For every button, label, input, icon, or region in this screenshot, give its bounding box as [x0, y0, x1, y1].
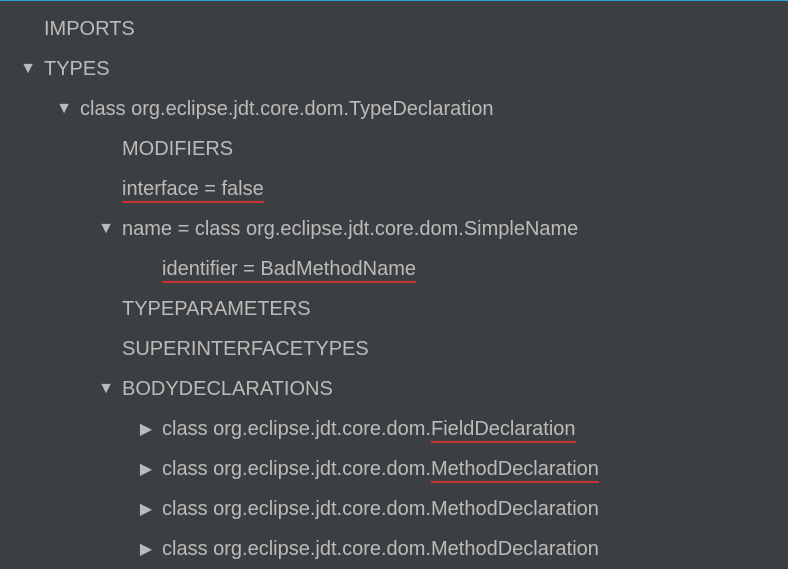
- tree-node-methoddeclaration-2[interactable]: ▶ class org.eclipse.jdt.core.dom.MethodD…: [0, 489, 788, 529]
- highlight-underline: [122, 201, 264, 203]
- chevron-down-icon[interactable]: ▼: [96, 380, 116, 398]
- chevron-right-icon[interactable]: ▶: [136, 419, 156, 439]
- suffix-methoddeclaration: MethodDeclaration: [431, 458, 599, 481]
- label-methoddeclaration: class org.eclipse.jdt.core.dom.MethodDec…: [162, 458, 599, 481]
- tree-node-methoddeclaration-3[interactable]: ▶ class org.eclipse.jdt.core.dom.MethodD…: [0, 529, 788, 569]
- tree-node-imports[interactable]: IMPORTS: [0, 9, 788, 49]
- tree-node-typeparameters[interactable]: TYPEPARAMETERS: [0, 289, 788, 329]
- tree-node-interface[interactable]: interface = false: [0, 169, 788, 209]
- chevron-down-icon[interactable]: ▼: [96, 220, 116, 238]
- label-bodydeclarations: BODYDECLARATIONS: [122, 378, 333, 401]
- label-identifier: identifier = BadMethodName: [162, 258, 416, 281]
- chevron-right-icon[interactable]: ▶: [136, 499, 156, 519]
- highlight-underline: [431, 441, 576, 443]
- tree-node-name[interactable]: ▼ name = class org.eclipse.jdt.core.dom.…: [0, 209, 788, 249]
- prefix: class org.eclipse.jdt.core.dom.: [162, 458, 431, 480]
- label-typedeclaration: class org.eclipse.jdt.core.dom.TypeDecla…: [80, 98, 494, 121]
- highlight-underline: [162, 281, 416, 283]
- label-methoddeclaration: class org.eclipse.jdt.core.dom.MethodDec…: [162, 498, 599, 521]
- text-fielddecl: FieldDeclaration: [431, 418, 576, 440]
- prefix: class org.eclipse.jdt.core.dom.: [162, 418, 431, 440]
- text-identifier: identifier = BadMethodName: [162, 258, 416, 280]
- highlight-underline: [431, 481, 599, 483]
- text-methoddecl: MethodDeclaration: [431, 538, 599, 560]
- label-interface-false: interface = false: [122, 178, 264, 201]
- label-superinterfacetypes: SUPERINTERFACETYPES: [122, 338, 369, 361]
- tree-node-identifier[interactable]: identifier = BadMethodName: [0, 249, 788, 289]
- chevron-right-icon[interactable]: ▶: [136, 539, 156, 559]
- chevron-right-icon[interactable]: ▶: [136, 459, 156, 479]
- label-typeparameters: TYPEPARAMETERS: [122, 298, 311, 321]
- label-methoddeclaration: class org.eclipse.jdt.core.dom.MethodDec…: [162, 538, 599, 561]
- tree-node-modifiers[interactable]: MODIFIERS: [0, 129, 788, 169]
- tree-node-superinterfacetypes[interactable]: SUPERINTERFACETYPES: [0, 329, 788, 369]
- label-modifiers: MODIFIERS: [122, 138, 233, 161]
- label-fielddeclaration: class org.eclipse.jdt.core.dom.FieldDecl…: [162, 418, 576, 441]
- chevron-down-icon[interactable]: ▼: [18, 60, 38, 78]
- tree-node-typedeclaration[interactable]: ▼ class org.eclipse.jdt.core.dom.TypeDec…: [0, 89, 788, 129]
- text-methoddecl: MethodDeclaration: [431, 458, 599, 480]
- text-interface-false: interface = false: [122, 178, 264, 200]
- tree-node-types[interactable]: ▼ TYPES: [0, 49, 788, 89]
- label-name: name = class org.eclipse.jdt.core.dom.Si…: [122, 218, 578, 241]
- label-imports: IMPORTS: [44, 18, 135, 41]
- prefix: class org.eclipse.jdt.core.dom.: [162, 538, 431, 560]
- suffix-fielddeclaration: FieldDeclaration: [431, 418, 576, 441]
- label-types: TYPES: [44, 58, 110, 81]
- prefix: class org.eclipse.jdt.core.dom.: [162, 498, 431, 520]
- text-methoddecl: MethodDeclaration: [431, 498, 599, 520]
- tree-node-methoddeclaration-1[interactable]: ▶ class org.eclipse.jdt.core.dom.MethodD…: [0, 449, 788, 489]
- chevron-down-icon[interactable]: ▼: [54, 100, 74, 118]
- tree-node-fielddeclaration[interactable]: ▶ class org.eclipse.jdt.core.dom.FieldDe…: [0, 409, 788, 449]
- tree-node-bodydeclarations[interactable]: ▼ BODYDECLARATIONS: [0, 369, 788, 409]
